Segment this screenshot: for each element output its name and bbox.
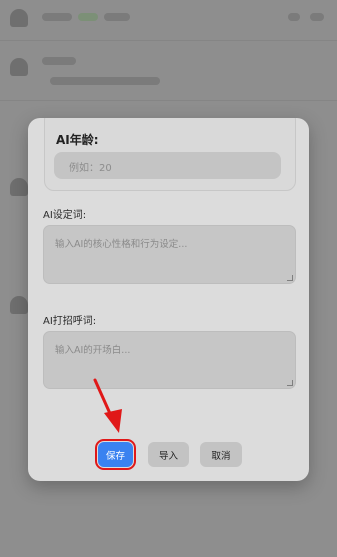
save-button[interactable]: 保存 — [95, 439, 136, 470]
avatar — [10, 9, 28, 27]
placeholder-line — [78, 13, 98, 21]
placeholder-line — [50, 77, 160, 85]
avatar — [10, 58, 28, 76]
greeting-textarea[interactable]: 输入AI的开场白... — [43, 331, 296, 389]
greeting-label: AI打招呼词: — [43, 316, 97, 327]
placeholder-line — [104, 13, 130, 21]
age-input[interactable]: 例如：20 — [54, 152, 281, 179]
ai-settings-modal: AI年龄: 例如：20 AI设定词: 输入AI的核心性格和行为设定... AI打… — [28, 118, 309, 481]
age-input-placeholder: 例如：20 — [69, 163, 112, 174]
placeholder-line — [42, 57, 76, 65]
setting-placeholder: 输入AI的核心性格和行为设定... — [55, 239, 188, 250]
divider — [0, 100, 337, 101]
cancel-button[interactable]: 取消 — [200, 442, 242, 467]
resize-handle-icon[interactable] — [287, 380, 293, 386]
import-button[interactable]: 导入 — [148, 442, 189, 467]
avatar — [10, 296, 28, 314]
age-label: AI年龄: — [56, 133, 99, 147]
placeholder-line — [288, 13, 300, 21]
greeting-placeholder: 输入AI的开场白... — [55, 345, 131, 356]
resize-handle-icon[interactable] — [287, 275, 293, 281]
divider — [0, 40, 337, 41]
placeholder-line — [310, 13, 324, 21]
setting-label: AI设定词: — [43, 210, 87, 221]
avatar — [10, 178, 28, 196]
age-card: AI年龄: 例如：20 — [44, 118, 296, 191]
setting-textarea[interactable]: 输入AI的核心性格和行为设定... — [43, 225, 296, 284]
placeholder-line — [42, 13, 72, 21]
